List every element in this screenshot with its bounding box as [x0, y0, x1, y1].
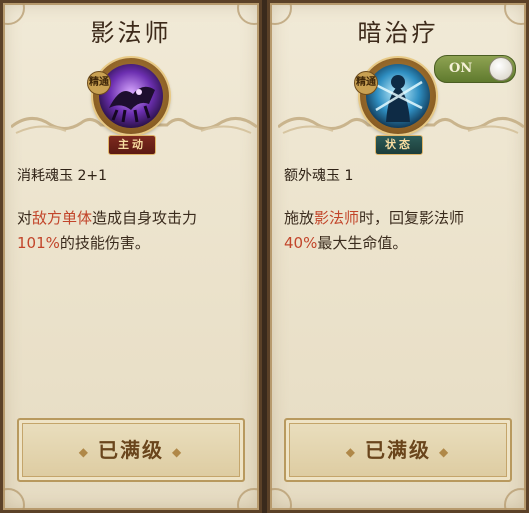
skill-title: 暗治疗: [357, 19, 439, 47]
max-level-label: 已满级: [98, 438, 164, 462]
skill-cost: 消耗魂玉 2+1: [17, 168, 107, 184]
skill-title: 影法师: [90, 19, 172, 47]
corner-ornament: [3, 488, 25, 510]
diamond-dot-icon: ◆: [78, 444, 90, 459]
skill-type-badge: 状态: [375, 135, 423, 155]
corner-ornament: [237, 488, 259, 510]
desc-highlight: 敌方单体: [32, 209, 93, 227]
diamond-dot-icon: ◆: [345, 444, 357, 459]
desc-text: 施放: [284, 209, 315, 227]
desc-text: 的技能伤害。: [59, 234, 150, 252]
corner-ornament: [270, 488, 292, 510]
corner-ornament: [504, 488, 526, 510]
skill-description: 对敌方单体造成自身攻击力 101%的技能伤害。: [17, 206, 247, 256]
skill-cost: 额外魂玉 1: [284, 168, 354, 184]
desc-text: 造成自身攻击力: [92, 209, 198, 227]
dark-heal-icon: [366, 64, 430, 128]
skill-card-shadow-mage: 影法师 精通 主动 消耗魂玉 2+1 对敌方单体造成自身攻击力 101%的技能伤…: [0, 0, 262, 513]
max-level-label: 已满级: [365, 438, 431, 462]
desc-highlight: 40%: [284, 234, 318, 252]
diamond-dot-icon: ◆: [439, 444, 451, 459]
desc-text: 时，回复影法师: [359, 209, 465, 227]
desc-text: 最大生命值。: [317, 234, 408, 252]
max-level-button[interactable]: ◆ 已满级 ◆: [284, 418, 512, 482]
max-level-button[interactable]: ◆ 已满级 ◆: [17, 418, 245, 482]
desc-text: 对: [17, 209, 33, 227]
skill-card-dark-heal: 暗治疗 ON 精通 状态 额外魂玉 1 施放影法师时，回复影法师 40%最大生命…: [267, 0, 529, 513]
mastery-badge: 精通: [87, 71, 111, 95]
desc-highlight: 影法师: [314, 209, 360, 227]
diamond-dot-icon: ◆: [172, 444, 184, 459]
toggle-label: ON: [449, 61, 473, 76]
desc-highlight: 101%: [17, 234, 60, 252]
skill-description: 施放影法师时，回复影法师 40%最大生命值。: [284, 206, 514, 256]
skill-emblem: [93, 58, 169, 134]
toggle-knob[interactable]: [489, 57, 513, 81]
auto-toggle[interactable]: ON: [434, 55, 516, 83]
skill-type-badge: 主动: [108, 135, 156, 155]
shadow-mage-icon: [99, 64, 163, 128]
mastery-badge: 精通: [354, 71, 378, 95]
skill-emblem: [360, 58, 436, 134]
